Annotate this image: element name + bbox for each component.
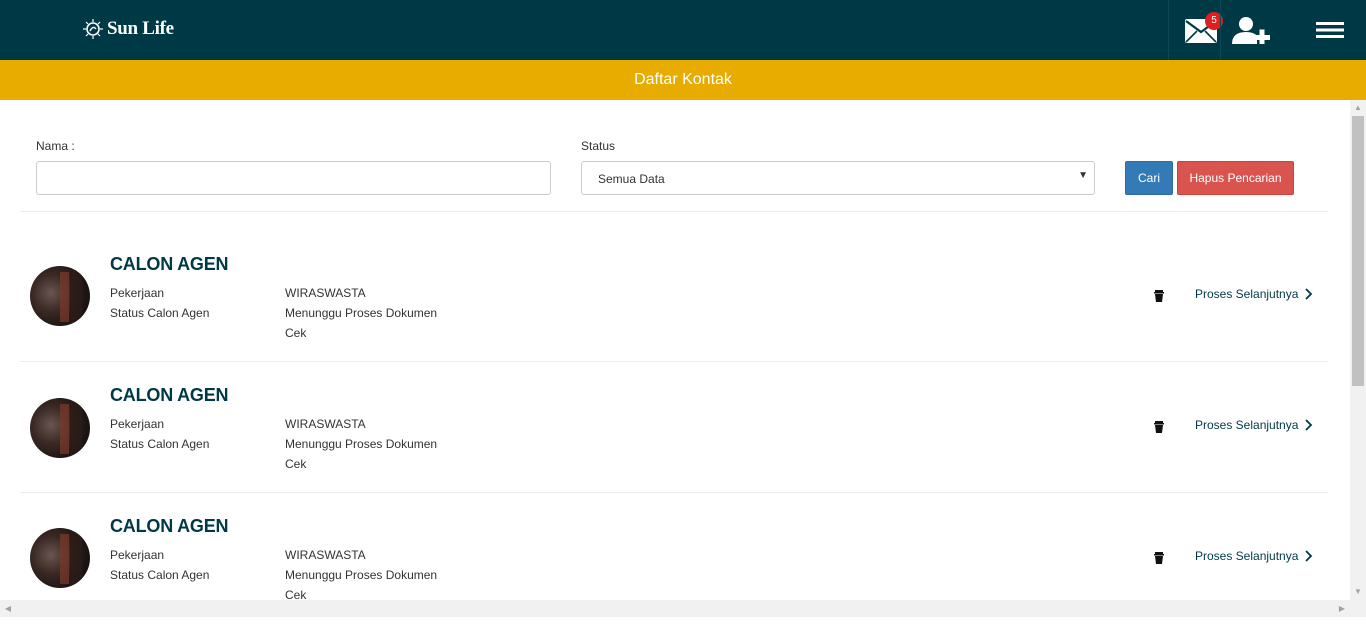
- next-process-link[interactable]: Proses Selanjutnya: [1195, 418, 1313, 432]
- status-label: Status: [581, 139, 616, 153]
- contact-card: CALON AGEN Pekerjaan WIRASWASTA Status C…: [20, 362, 1328, 493]
- scrollbar-corner: [1350, 600, 1366, 617]
- scroll-down-icon[interactable]: ▼: [1350, 584, 1366, 600]
- job-value: WIRASWASTA: [285, 417, 366, 431]
- name-label: Nama :: [36, 139, 75, 153]
- status-selected-value: Semua Data: [598, 172, 665, 186]
- next-process-label: Proses Selanjutnya: [1195, 549, 1299, 563]
- chevron-right-icon: [1305, 550, 1313, 562]
- horizontal-scrollbar[interactable]: ◀ ▶: [0, 600, 1350, 617]
- page-title: Daftar Kontak: [0, 60, 1366, 100]
- contact-name: CALON AGEN: [110, 254, 229, 274]
- chevron-right-icon: [1305, 288, 1313, 300]
- avatar[interactable]: [30, 398, 90, 458]
- job-label: Pekerjaan: [110, 548, 165, 562]
- status-value: Menunggu Proses Dokumen: [285, 437, 438, 451]
- trash-icon[interactable]: [1152, 420, 1166, 434]
- job-value: WIRASWASTA: [285, 286, 366, 300]
- name-search-input[interactable]: [36, 161, 551, 195]
- divider: [20, 211, 1328, 212]
- trash-icon[interactable]: [1152, 551, 1166, 565]
- main-menu-button[interactable]: [1314, 0, 1366, 60]
- contact-name: CALON AGEN: [110, 385, 229, 405]
- sunlife-logo[interactable]: Sun Life: [82, 16, 174, 42]
- next-process-label: Proses Selanjutnya: [1195, 418, 1299, 432]
- avatar[interactable]: [30, 528, 90, 588]
- status-value-cont: Cek: [285, 326, 307, 340]
- top-navbar: Sun Life 5: [0, 0, 1366, 60]
- next-process-link[interactable]: Proses Selanjutnya: [1195, 287, 1313, 301]
- status-label: Status Calon Agen: [110, 306, 210, 320]
- status-select[interactable]: Semua Data ▼: [581, 161, 1095, 195]
- status-label: Status Calon Agen: [110, 437, 210, 451]
- status-value: Menunggu Proses Dokumen: [285, 306, 438, 320]
- vertical-scrollbar[interactable]: ▲ ▼: [1350, 100, 1366, 600]
- scroll-up-icon[interactable]: ▲: [1350, 100, 1366, 116]
- scroll-left-icon[interactable]: ◀: [0, 600, 16, 617]
- search-button[interactable]: Cari: [1125, 161, 1173, 195]
- sun-logo-icon: [83, 19, 103, 39]
- next-process-link[interactable]: Proses Selanjutnya: [1195, 549, 1313, 563]
- search-filter: Nama : Status Semua Data ▼ Cari Hapus Pe…: [0, 100, 1350, 212]
- status-value: Menunggu Proses Dokumen: [285, 568, 438, 582]
- job-value: WIRASWASTA: [285, 548, 366, 562]
- contact-name: CALON AGEN: [110, 516, 229, 536]
- status-label: Status Calon Agen: [110, 568, 210, 582]
- chevron-right-icon: [1305, 419, 1313, 431]
- add-contact-button[interactable]: [1220, 0, 1276, 60]
- status-value-cont: Cek: [285, 457, 307, 471]
- add-user-icon: [1232, 17, 1270, 44]
- brand-name: Sun Life: [107, 18, 174, 39]
- dropdown-arrow-icon: ▼: [1078, 170, 1088, 181]
- next-process-label: Proses Selanjutnya: [1195, 287, 1299, 301]
- job-label: Pekerjaan: [110, 417, 165, 431]
- hamburger-menu-icon: [1316, 22, 1344, 38]
- contact-card: CALON AGEN Pekerjaan WIRASWASTA Status C…: [20, 231, 1328, 362]
- scroll-right-icon[interactable]: ▶: [1334, 600, 1350, 617]
- inbox-button[interactable]: 5: [1168, 0, 1223, 60]
- job-label: Pekerjaan: [110, 286, 165, 300]
- avatar[interactable]: [30, 266, 90, 326]
- scrollbar-thumb[interactable]: [1352, 116, 1364, 386]
- trash-icon[interactable]: [1152, 289, 1166, 303]
- clear-search-button[interactable]: Hapus Pencarian: [1177, 161, 1294, 195]
